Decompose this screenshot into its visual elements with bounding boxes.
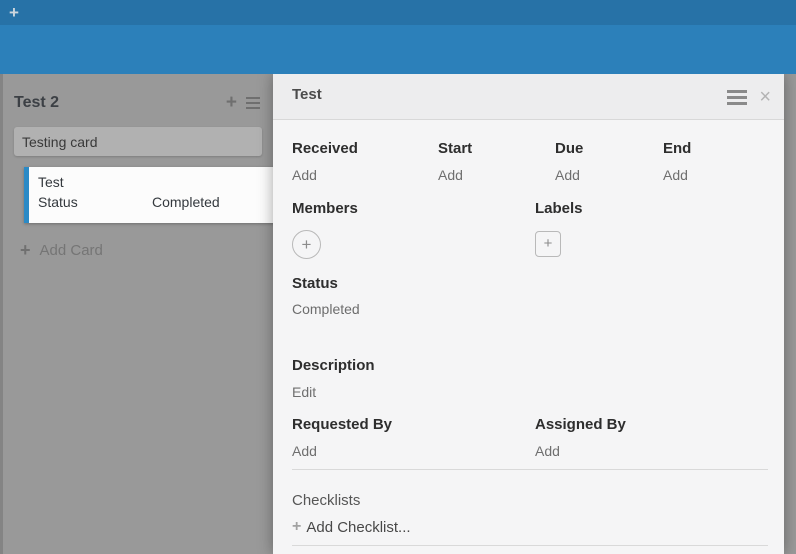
members-labels-row: Members + Labels + xyxy=(292,200,774,259)
minicard-field-label: Status xyxy=(38,194,152,210)
end-label: End xyxy=(663,140,774,157)
checklists-label: Checklists xyxy=(292,492,774,509)
minicard-title: Test xyxy=(38,174,64,190)
assigned-by-label: Assigned By xyxy=(535,416,774,433)
new-card-input[interactable] xyxy=(14,127,262,156)
card-title: Test xyxy=(292,86,322,103)
received-add-link[interactable]: Add xyxy=(292,167,317,183)
requested-by-section: Requested By Add xyxy=(292,416,535,461)
board-canvas: Test 2 + Test Status Completed + Add Car… xyxy=(0,74,796,554)
dates-row: Received Add Start Add Due Add End Add xyxy=(292,140,774,185)
card-menu-icon[interactable] xyxy=(727,90,747,105)
status-label: Status xyxy=(292,275,774,292)
close-icon[interactable]: × xyxy=(759,87,771,107)
received-date-field: Received Add xyxy=(292,140,438,185)
assigned-by-add-link[interactable]: Add xyxy=(535,443,560,459)
due-date-field: Due Add xyxy=(555,140,663,185)
start-add-link[interactable]: Add xyxy=(438,167,463,183)
card-detail-panel: Test × Received Add Start Add Due Add xyxy=(273,74,784,554)
labels-section: Labels + xyxy=(535,200,774,259)
board-header-band xyxy=(0,25,796,74)
start-label: Start xyxy=(438,140,555,157)
requested-by-add-link[interactable]: Add xyxy=(292,443,317,459)
divider xyxy=(292,545,768,546)
status-section: Status Completed xyxy=(292,275,774,317)
end-add-link[interactable]: Add xyxy=(663,167,688,183)
members-label: Members xyxy=(292,200,535,217)
add-checklist-button[interactable]: + Add Checklist... xyxy=(292,518,774,536)
minicard-field-value: Completed xyxy=(152,194,220,210)
add-card-plus-icon: + xyxy=(20,240,31,261)
start-date-field: Start Add xyxy=(438,140,555,185)
card-detail-header: Test × xyxy=(273,74,784,120)
due-label: Due xyxy=(555,140,663,157)
due-add-link[interactable]: Add xyxy=(555,167,580,183)
list-column: Test 2 + Test Status Completed + Add Car… xyxy=(3,74,273,554)
checklists-section: Checklists + Add Checklist... xyxy=(292,492,774,536)
minicard-custom-field: Status Completed xyxy=(38,194,275,210)
status-value[interactable]: Completed xyxy=(292,301,774,317)
add-label-button[interactable]: + xyxy=(535,231,561,257)
add-card-button[interactable]: + Add Card xyxy=(20,240,103,261)
description-edit-link[interactable]: Edit xyxy=(292,384,316,400)
list-title: Test 2 xyxy=(14,94,59,111)
labels-label: Labels xyxy=(535,200,774,217)
add-member-button[interactable]: + xyxy=(292,230,321,259)
add-checklist-plus-icon: + xyxy=(292,518,301,536)
description-section: Description Edit xyxy=(292,357,774,402)
add-board-icon[interactable]: + xyxy=(9,1,19,25)
list-header: Test 2 + xyxy=(14,92,263,114)
list-menu-icon[interactable] xyxy=(246,97,260,109)
add-checklist-label: Add Checklist... xyxy=(306,519,410,536)
top-app-bar: + xyxy=(0,0,796,25)
requested-assigned-row: Requested By Add Assigned By Add xyxy=(292,416,774,461)
divider xyxy=(292,469,768,470)
requested-by-label: Requested By xyxy=(292,416,535,433)
end-date-field: End Add xyxy=(663,140,774,185)
add-card-label: Add Card xyxy=(40,242,103,259)
minicard[interactable]: Test Status Completed xyxy=(24,167,281,223)
assigned-by-section: Assigned By Add xyxy=(535,416,774,461)
description-label: Description xyxy=(292,357,774,374)
received-label: Received xyxy=(292,140,438,157)
list-add-card-icon[interactable]: + xyxy=(226,92,237,114)
members-section: Members + xyxy=(292,200,535,259)
